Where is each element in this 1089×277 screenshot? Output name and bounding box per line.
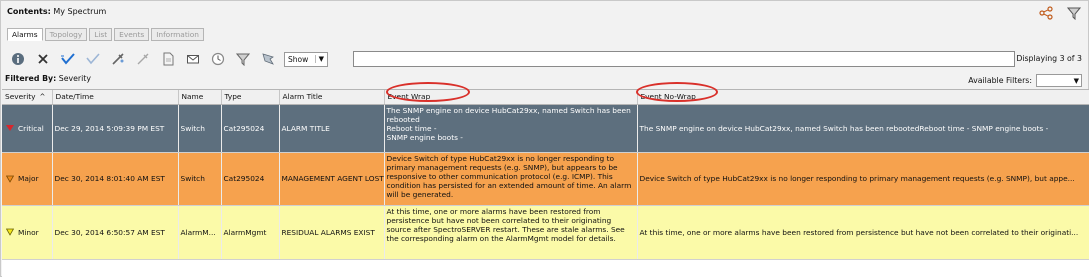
alarm-title-cell: RESIDUAL ALARMS EXIST (279, 205, 385, 260)
sort-ascending-icon: ^ (39, 93, 46, 102)
show-dropdown[interactable]: Show ▼ (284, 51, 328, 67)
column-header-event-wrap[interactable]: Event Wrap (384, 90, 638, 105)
report-icon[interactable] (159, 51, 176, 68)
severity-cell: Major (18, 174, 39, 183)
assign-icon[interactable] (109, 51, 126, 68)
clock-icon[interactable] (209, 51, 226, 68)
type-cell: Cat295024 (221, 104, 280, 153)
view-tabs: Alarms Topology List Events Information (7, 28, 204, 41)
severity-cell: Minor (18, 227, 39, 237)
show-dropdown-value: Show (288, 54, 309, 64)
event-nowrap-cell: The SNMP engine on device HubCat29xx, na… (637, 104, 1089, 153)
name-cell: Switch (178, 152, 222, 206)
available-filters-label: Available Filters: (968, 76, 1032, 85)
table-row[interactable]: Minor Dec 30, 2014 6:50:57 AM EST AlarmM… (2, 205, 1089, 260)
major-severity-icon (6, 175, 14, 183)
column-header-name[interactable]: Name (178, 90, 222, 105)
name-cell: AlarmM... (178, 205, 222, 260)
critical-severity-icon (6, 125, 14, 131)
info-icon[interactable] (9, 51, 26, 68)
name-cell: Switch (178, 104, 222, 153)
alarm-panel: Contents: My Spectrum Alarms Topology Li… (0, 0, 1089, 277)
alarm-table: Severity ^ Date/Time Name Type Alarm Titl… (2, 89, 1089, 277)
tab-list[interactable]: List (89, 28, 113, 41)
email-icon[interactable] (184, 51, 201, 68)
chevron-down-icon: ▼ (314, 55, 324, 63)
filtered-by-label: Filtered By: (5, 74, 57, 83)
unacknowledge-icon[interactable] (84, 51, 101, 68)
acknowledge-icon[interactable] (59, 51, 76, 68)
minor-severity-icon (6, 228, 14, 236)
tab-events[interactable]: Events (114, 28, 150, 41)
column-header-alarm-title[interactable]: Alarm Title (279, 90, 385, 105)
column-header-datetime[interactable]: Date/Time (52, 90, 179, 105)
tab-information[interactable]: Information (151, 28, 204, 41)
search-input[interactable] (353, 51, 1015, 67)
contents-title: Contents: My Spectrum (7, 7, 106, 21)
event-nowrap-cell: Device Switch of type HubCat29xx is no l… (637, 152, 1089, 206)
event-wrap-cell: Device Switch of type HubCat29xx is no l… (384, 152, 638, 206)
filtered-by: Filtered By: Severity (5, 74, 91, 83)
table-row[interactable]: Major Dec 30, 2014 8:01:40 AM EST Switch… (2, 152, 1089, 206)
available-filters: Available Filters: ▼ (968, 74, 1082, 87)
column-header-type[interactable]: Type (221, 90, 280, 105)
displaying-count: Displaying 3 of 3 (1016, 54, 1082, 63)
filter-icon[interactable] (234, 51, 251, 68)
chevron-down-icon: ▼ (1073, 76, 1079, 85)
alarm-title-cell: MANAGEMENT AGENT LOST (279, 152, 385, 206)
filtered-by-value: Severity (58, 74, 91, 83)
tab-topology[interactable]: Topology (44, 28, 88, 41)
severity-cell: Critical (18, 123, 44, 133)
available-filters-dropdown[interactable]: ▼ (1036, 74, 1082, 87)
event-wrap-cell: The SNMP engine on device HubCat29xx, na… (384, 104, 638, 153)
table-header-row: Severity ^ Date/Time Name Type Alarm Titl… (2, 90, 1089, 105)
flag-icon[interactable] (259, 51, 276, 68)
type-cell: Cat295024 (221, 152, 280, 206)
datetime-cell: Dec 29, 2014 5:09:39 PM EST (52, 104, 179, 153)
alarm-toolbar: Show ▼ (9, 50, 328, 68)
datetime-cell: Dec 30, 2014 6:50:57 AM EST (52, 205, 179, 260)
tab-alarms[interactable]: Alarms (7, 28, 43, 41)
column-header-event-nowrap[interactable]: Event No-Wrap (637, 90, 1089, 105)
event-wrap-cell: At this time, one or more alarms have be… (384, 205, 638, 260)
contents-value: My Spectrum (53, 7, 107, 16)
share-icon[interactable] (1038, 5, 1054, 21)
datetime-cell: Dec 30, 2014 8:01:40 AM EST (52, 152, 179, 206)
contents-label: Contents: (7, 7, 51, 16)
column-header-severity[interactable]: Severity ^ (2, 90, 53, 105)
clear-icon[interactable] (34, 51, 51, 68)
alarm-title-cell: ALARM TITLE (279, 104, 385, 153)
unassign-icon[interactable] (134, 51, 151, 68)
type-cell: AlarmMgmt (221, 205, 280, 260)
event-nowrap-cell: At this time, one or more alarms have be… (637, 205, 1089, 260)
funnel-icon[interactable] (1066, 5, 1082, 21)
table-row[interactable]: Critical Dec 29, 2014 5:09:39 PM EST Swi… (2, 104, 1089, 153)
